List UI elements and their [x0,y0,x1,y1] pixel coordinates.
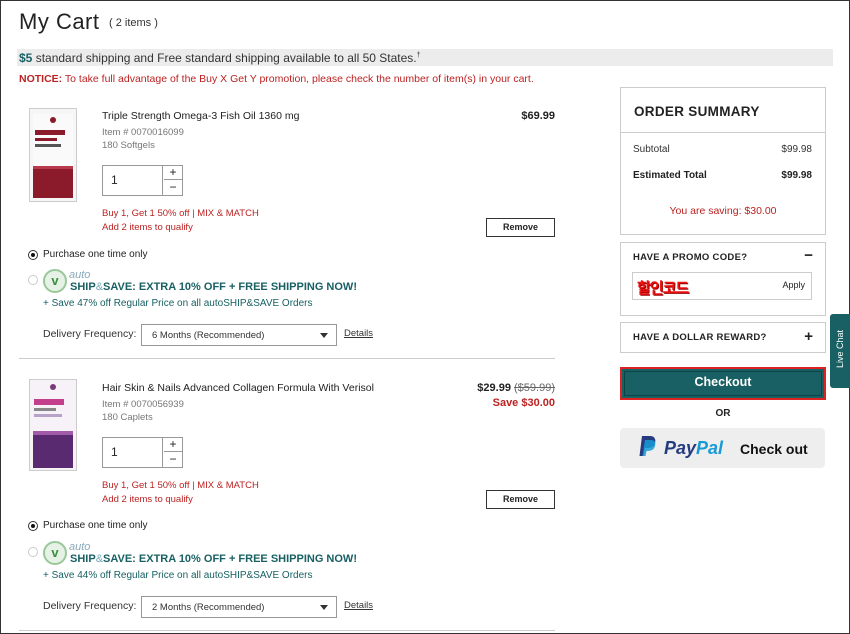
subtotal-label: Subtotal [633,144,670,155]
details-link[interactable]: Details [344,328,373,339]
autoship-savings: + Save 47% off Regular Price on all auto… [43,298,313,309]
item-divider [19,630,555,631]
product-image-collagen[interactable] [29,379,77,476]
quantity-minus-button[interactable]: − [164,453,182,467]
notice-label: NOTICE: [19,73,63,85]
item-size: 180 Softgels [102,140,155,151]
autoship-logo-text: auto [69,269,91,281]
subtotal-value: $99.98 [781,144,812,155]
checkout-label: Checkout [694,375,752,389]
promo-code-panel: HAVE A PROMO CODE? − 할인코드 Apply [620,242,826,316]
item-price: $69.99 [521,110,555,122]
quantity-stepper: 1 + − [102,437,183,468]
paypal-checkout-label: Check out [740,441,808,457]
autoship-radio[interactable] [28,275,38,285]
paypal-logo-icon [638,434,658,464]
delivery-frequency-value: 6 Months (Recommended) [152,330,265,341]
autoship-headline-amp: & [95,553,104,565]
autoship-headline-a: SHIP [70,281,96,293]
notice-text: To take full advantage of the Buy X Get … [62,73,534,85]
shipping-banner: $5 standard shipping and Free standard s… [17,49,833,66]
quantity-stepper: 1 + − [102,165,183,196]
shipping-price: $5 [19,51,33,65]
delivery-frequency-select[interactable]: 6 Months (Recommended) [141,324,337,346]
or-divider: OR [715,408,731,419]
product-image-omega3[interactable] [29,108,77,207]
autoship-savings: + Save 44% off Regular Price on all auto… [43,570,313,581]
paypal-checkout-button[interactable]: PayPal Check out [620,428,825,468]
delivery-frequency-label: Delivery Frequency: [43,328,137,340]
saving-amount: You are saving: $30.00 [669,205,777,217]
item-number: Item # 0070056939 [102,399,184,410]
autoship-headline-a: SHIP [70,553,96,565]
item-name[interactable]: Triple Strength Omega-3 Fish Oil 1360 mg [102,110,299,122]
order-summary: ORDER SUMMARY Subtotal $99.98 Estimated … [620,87,826,235]
autoship-radio[interactable] [28,547,38,557]
apply-button[interactable]: Apply [782,280,805,290]
chevron-down-icon [320,333,328,338]
item-price: $29.99 [477,382,511,394]
paypal-word-pal: Pal [696,438,724,458]
item-size: 180 Caplets [102,412,153,423]
dollar-reward-title: HAVE A DOLLAR REWARD? [633,332,767,343]
item-divider [19,358,555,359]
promo-notice: NOTICE: To take full advantage of the Bu… [19,73,534,85]
autoship-headline-b: SAVE: EXTRA 10% OFF + FREE SHIPPING NOW! [103,281,357,293]
item-original-price: ($59.99) [514,382,555,394]
item-save: Save $30.00 [492,397,555,409]
autoship-headline-amp: & [95,281,104,293]
quantity-plus-button[interactable]: + [164,438,182,452]
details-link[interactable]: Details [344,600,373,611]
live-chat-label: Live Chat [835,329,845,369]
item-price-group: $29.99 ($59.99) [441,382,555,394]
autoship-headline: SHIP&SAVE: EXTRA 10% OFF + FREE SHIPPING… [70,553,357,565]
quantity-minus-button[interactable]: − [164,181,182,195]
delivery-frequency-value: 2 Months (Recommended) [152,602,265,613]
collagen-bottle-image [29,379,77,471]
autoship-logo-icon: v [43,269,67,293]
autoship-headline-b: SAVE: EXTRA 10% OFF + FREE SHIPPING NOW! [103,553,357,565]
collapse-icon[interactable]: − [804,247,813,264]
promo-line: Buy 1, Get 1 50% off | MIX & MATCH [102,480,259,491]
quantity-plus-button[interactable]: + [164,166,182,180]
shipping-text: standard shipping and Free standard ship… [32,51,417,65]
expand-icon[interactable]: + [804,328,813,345]
delivery-frequency-select[interactable]: 2 Months (Recommended) [141,596,337,618]
paypal-word-pay: Pay [664,438,697,458]
shipping-mark: † [416,52,421,59]
promo-code-title[interactable]: HAVE A PROMO CODE? [633,252,747,263]
quantity-input[interactable]: 1 [103,438,163,467]
omega3-bottle-image [29,108,77,202]
remove-button[interactable]: Remove [486,218,555,237]
remove-button[interactable]: Remove [486,490,555,509]
item-count: ( 2 items ) [109,17,158,29]
chevron-down-icon [320,605,328,610]
delivery-frequency-label: Delivery Frequency: [43,600,137,612]
onetime-radio[interactable] [28,521,38,531]
item-number: Item # 0070016099 [102,127,184,138]
live-chat-tab[interactable]: Live Chat [830,314,850,388]
onetime-radio[interactable] [28,250,38,260]
quantity-input[interactable]: 1 [103,166,163,195]
summary-divider [621,132,825,133]
promo-code-field[interactable]: 할인코드 Apply [632,272,812,300]
order-summary-title: ORDER SUMMARY [634,104,760,119]
promo-code-value: 할인코드 [637,277,717,297]
autoship-headline: SHIP&SAVE: EXTRA 10% OFF + FREE SHIPPING… [70,281,357,293]
checkout-button[interactable]: Checkout [620,367,826,400]
promo-qualify: Add 2 items to qualify [102,494,193,505]
page-title: My Cart [19,9,100,34]
onetime-label: Purchase one time only [43,520,148,531]
paypal-wordmark: PayPal [664,438,723,459]
estimated-total-value: $99.98 [781,170,812,181]
promo-line: Buy 1, Get 1 50% off | MIX & MATCH [102,208,259,219]
onetime-label: Purchase one time only [43,249,148,260]
autoship-logo-icon: v [43,541,67,565]
item-name[interactable]: Hair Skin & Nails Advanced Collagen Form… [102,382,374,394]
promo-qualify: Add 2 items to qualify [102,222,193,233]
autoship-logo-text: auto [69,541,91,553]
dollar-reward-panel[interactable]: HAVE A DOLLAR REWARD? + [620,322,826,353]
estimated-total-label: Estimated Total [633,170,707,181]
